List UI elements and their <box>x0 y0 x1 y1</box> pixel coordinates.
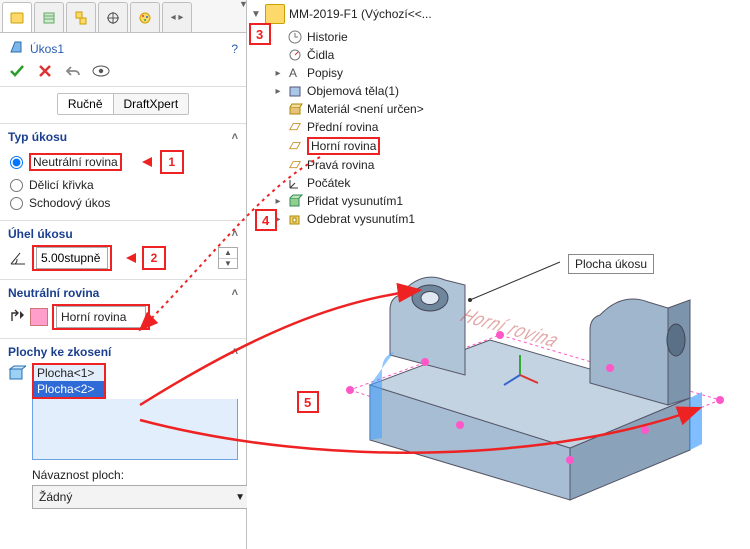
radio-step-draft-label: Schodový úkos <box>29 196 110 210</box>
faces-selection-icon <box>8 363 26 509</box>
section-neutral-plane-title: Neutrální rovina <box>8 286 99 300</box>
angle-icon <box>8 250 28 266</box>
cancel-button[interactable] <box>36 62 54 80</box>
tree-item-origin[interactable]: Počátek <box>307 176 350 190</box>
feature-title: Úkos1 <box>30 42 64 56</box>
sensors-icon <box>287 47 303 63</box>
angle-spin-up[interactable]: ▲ <box>219 248 237 259</box>
face-continuity-label: Návaznost ploch: <box>32 468 238 482</box>
pm-tabstrip: ◂ ▸ <box>0 0 246 33</box>
feature-header: Úkos1 ? <box>0 33 246 60</box>
reverse-direction-icon[interactable] <box>8 307 26 328</box>
face-tooltip: Plocha úkosu <box>568 254 654 274</box>
section-draft-type-title: Typ úkosu <box>8 130 67 144</box>
undo-button[interactable] <box>64 62 82 80</box>
property-manager-panel: ◂ ▸ Úkos1 ? Ručně DraftXpert Typ úkosu <box>0 0 247 549</box>
radio-step-draft[interactable] <box>10 197 23 210</box>
tree-item-annotations[interactable]: Popisy <box>307 66 343 80</box>
part-icon <box>265 4 285 24</box>
tab-configuration-manager[interactable] <box>66 2 96 32</box>
tab-dimxpert[interactable] <box>98 2 128 32</box>
mode-draftxpert-button[interactable]: DraftXpert <box>114 94 189 114</box>
tab-feature-manager[interactable] <box>2 2 32 32</box>
radio-neutral-plane[interactable] <box>10 156 23 169</box>
tree-item-cut-extrude[interactable]: Odebrat vysunutím1 <box>307 212 415 226</box>
tree-item-sensors[interactable]: Čidla <box>307 48 334 62</box>
tree-item-front-plane[interactable]: Přední rovina <box>307 120 378 134</box>
material-icon <box>287 101 303 117</box>
history-icon <box>287 29 303 45</box>
tree-item-boss-extrude[interactable]: Přidat vysunutím1 <box>307 194 403 208</box>
collapse-icon[interactable]: ˄ <box>232 131 238 143</box>
section-draft-angle: Úhel úkosu ˄ 2 ▲ ▼ <box>0 221 246 280</box>
tab-property-manager[interactable] <box>34 2 64 32</box>
section-draft-angle-title: Úhel úkosu <box>8 227 73 241</box>
callout-arrow-icon <box>126 253 136 263</box>
plane-icon <box>287 119 303 135</box>
draft-feature-icon <box>8 39 24 58</box>
mode-manual-button[interactable]: Ručně <box>58 94 114 114</box>
chevron-down-icon: ▼ <box>235 492 245 503</box>
boss-extrude-icon <box>287 193 303 209</box>
svg-text:A: A <box>289 66 297 80</box>
tree-item-right-plane[interactable]: Pravá rovina <box>307 158 374 172</box>
tree-item-top-plane[interactable]: Horní rovina <box>307 137 380 155</box>
section-draft-type: Typ úkosu ˄ Neutrální rovina 1 Dělicí kř… <box>0 124 246 221</box>
help-icon[interactable]: ? <box>231 42 238 56</box>
collapse-icon[interactable]: ˄ <box>232 228 238 240</box>
neutral-plane-field[interactable]: Horní rovina <box>61 310 126 324</box>
expand-icon[interactable]: ▼ <box>251 9 261 20</box>
solidbodies-icon <box>287 83 303 99</box>
cut-extrude-icon <box>287 211 303 227</box>
collapse-icon[interactable]: ˄ <box>232 287 238 299</box>
radio-parting-line-label: Dělicí křivka <box>29 178 94 192</box>
plane-icon <box>287 157 303 173</box>
tree-item-history[interactable]: Historie <box>307 30 348 44</box>
expand-icon[interactable]: ▸ <box>273 214 283 225</box>
callout-1: 1 <box>160 150 184 174</box>
section-neutral-plane: Neutrální rovina ˄ Horní rovina <box>0 280 246 339</box>
face-continuity-value: Žádný <box>39 490 72 504</box>
mode-toggle: Ručně DraftXpert <box>0 87 246 124</box>
section-faces-title: Plochy ke zkosení <box>8 345 111 359</box>
radio-parting-line[interactable] <box>10 179 23 192</box>
collapse-icon[interactable]: ˄ <box>232 346 238 358</box>
origin-icon <box>287 175 303 191</box>
tab-display-manager[interactable] <box>130 2 160 32</box>
faces-listbox[interactable]: Plocha<1> Plocha<2> <box>34 365 104 397</box>
tree-item-material[interactable]: Materiál <není určen> <box>307 102 424 116</box>
expand-icon[interactable]: ▸ <box>273 86 283 97</box>
callout-arrow-icon <box>142 157 152 167</box>
section-faces-to-draft: Plochy ke zkosení ˄ Plocha<1> Plocha<2> <box>0 339 246 517</box>
list-item[interactable]: Plocha<2> <box>34 381 104 397</box>
list-item[interactable]: Plocha<1> <box>34 365 104 381</box>
plane-color-swatch <box>30 308 48 326</box>
angle-spin-down[interactable]: ▼ <box>219 259 237 269</box>
expand-icon[interactable]: ▸ <box>273 68 283 79</box>
plane-icon <box>287 138 303 154</box>
expand-icon[interactable]: ▸ <box>273 196 283 207</box>
callout-2: 2 <box>142 246 166 270</box>
ok-button[interactable] <box>8 62 26 80</box>
preview-eye-icon[interactable] <box>92 62 110 80</box>
annotations-icon: A <box>287 65 303 81</box>
radio-neutral-plane-label: Neutrální rovina <box>33 155 118 169</box>
face-continuity-select[interactable]: Žádný ▼ <box>32 485 252 509</box>
flyout-toggle-icon[interactable]: ▼ <box>239 0 248 9</box>
flyout-feature-tree: ▼ ▼ MM-2019-F1 (Výchozí<<... Historie Či… <box>247 0 436 549</box>
tab-overflow[interactable]: ◂ ▸ <box>162 2 192 32</box>
tree-item-solid-bodies[interactable]: Objemová těla(1) <box>307 84 399 98</box>
confirm-row <box>0 60 246 87</box>
tree-root-label[interactable]: MM-2019-F1 (Výchozí<<... <box>289 7 432 21</box>
draft-angle-input[interactable] <box>37 251 107 265</box>
